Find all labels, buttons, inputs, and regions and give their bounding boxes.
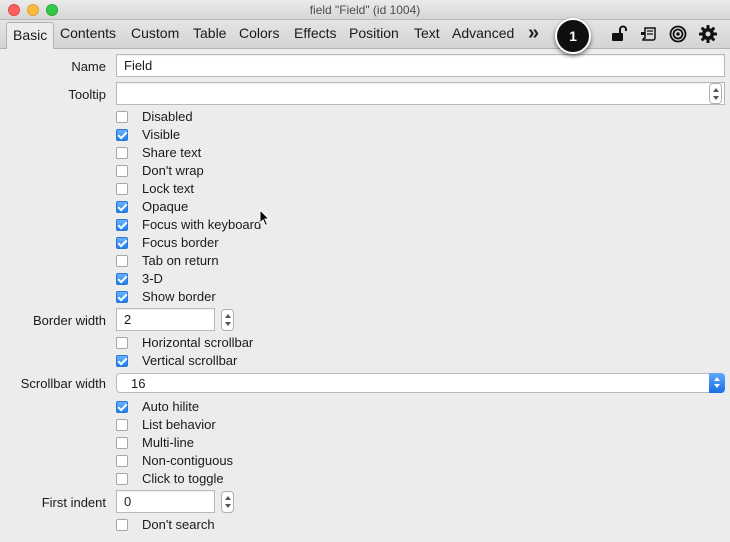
checkbox-box[interactable] (116, 273, 128, 285)
tab-custom[interactable]: Custom (131, 25, 179, 41)
checkbox-share-text[interactable]: Share text (116, 145, 416, 163)
checkbox-disabled[interactable]: Disabled (116, 109, 416, 127)
border-width-field[interactable]: 2 (116, 308, 215, 331)
tab-contents[interactable]: Contents (60, 25, 116, 41)
first-indent-label: First indent (41, 495, 106, 510)
checkbox-box[interactable] (116, 355, 128, 367)
checkbox-label: Auto hilite (142, 399, 200, 414)
border-width-label: Border width (33, 313, 106, 328)
tab-colors[interactable]: Colors (239, 25, 279, 41)
checkbox-box[interactable] (116, 291, 128, 303)
checkbox-tab-on-return[interactable]: Tab on return (116, 253, 416, 271)
tab-table[interactable]: Table (193, 25, 226, 41)
checkbox-box[interactable] (116, 455, 128, 467)
checkbox-horizontal-scrollbar[interactable]: Horizontal scrollbar (116, 335, 416, 353)
checkbox-box[interactable] (116, 519, 128, 531)
checkbox-label: Lock text (142, 181, 195, 196)
checkbox-box[interactable] (116, 401, 128, 413)
gear-icon[interactable] (698, 24, 718, 44)
checkbox-box[interactable] (116, 337, 128, 349)
tooltip-label: Tooltip (68, 87, 106, 102)
checkbox-label: Share text (142, 145, 202, 160)
tab-effects[interactable]: Effects (294, 25, 337, 41)
scrollbar-width-select[interactable]: 16 (116, 373, 725, 393)
checkbox-label: Disabled (142, 109, 193, 124)
checkbox-label: Tab on return (142, 253, 219, 268)
script-icon[interactable] (639, 24, 659, 44)
checkbox-box[interactable] (116, 255, 128, 267)
checkbox-label: Opaque (142, 199, 189, 214)
checkbox-box[interactable] (116, 437, 128, 449)
scrollbar-width-value: 16 (131, 376, 146, 391)
checkbox-label: List behavior (142, 417, 216, 432)
checkbox-box[interactable] (116, 111, 128, 123)
checkbox-focus-border[interactable]: Focus border (116, 235, 416, 253)
tab-position[interactable]: Position (349, 25, 399, 41)
checkbox-label: Horizontal scrollbar (142, 335, 254, 350)
more-tabs-button[interactable]: » (528, 22, 539, 45)
unlock-icon[interactable] (609, 24, 629, 44)
checkbox-label: Show border (142, 289, 216, 304)
tooltip-scroll-arrows[interactable] (709, 83, 722, 104)
checkbox-dont-wrap[interactable]: Don't wrap (116, 163, 416, 181)
select-arrows-icon[interactable] (709, 373, 725, 393)
name-field[interactable]: Field (116, 54, 725, 77)
checkbox-label: Vertical scrollbar (142, 353, 238, 368)
checkbox-dont-search[interactable]: Don't search (116, 517, 416, 535)
checkbox-lock-text[interactable]: Lock text (116, 181, 416, 199)
checkbox-visible[interactable]: Visible (116, 127, 416, 145)
checkbox-vertical-scrollbar[interactable]: Vertical scrollbar (116, 353, 416, 371)
tooltip-field[interactable] (116, 82, 725, 105)
checkbox-box[interactable] (116, 419, 128, 431)
name-label: Name (71, 59, 106, 74)
first-indent-stepper[interactable] (221, 491, 234, 513)
checkbox-3d[interactable]: 3-D (116, 271, 416, 289)
checkbox-label: Focus border (142, 235, 219, 250)
step-badge: 1 (555, 18, 591, 54)
checkbox-list-behavior[interactable]: List behavior (116, 417, 416, 435)
tab-basic[interactable]: Basic (6, 22, 55, 49)
checkbox-label: Click to toggle (142, 471, 224, 486)
checkbox-label: Focus with keyboard (142, 217, 262, 232)
checkbox-show-border[interactable]: Show border (116, 289, 416, 307)
checkbox-box[interactable] (116, 147, 128, 159)
inspector-toolbar: Basic Contents Custom Table Colors Effec… (0, 20, 730, 49)
window-title: field "Field" (id 1004) (309, 3, 421, 17)
title-bar[interactable]: field "Field" (id 1004) (0, 0, 730, 20)
checkbox-label: Visible (142, 127, 181, 142)
checkbox-label: 3-D (142, 271, 163, 286)
checkbox-non-contiguous[interactable]: Non-contiguous (116, 453, 416, 471)
checkbox-label: Don't search (142, 517, 215, 532)
checkbox-box[interactable] (116, 237, 128, 249)
checkbox-box[interactable] (116, 473, 128, 485)
first-indent-field[interactable]: 0 (116, 490, 215, 513)
checkbox-box[interactable] (116, 129, 128, 141)
border-width-stepper[interactable] (221, 309, 234, 331)
checkbox-box[interactable] (116, 219, 128, 231)
checkbox-label: Multi-line (142, 435, 195, 450)
target-icon[interactable] (668, 24, 688, 44)
checkbox-label: Non-contiguous (142, 453, 234, 468)
checkbox-box[interactable] (116, 183, 128, 195)
tab-text[interactable]: Text (414, 25, 440, 41)
mouse-cursor-icon (259, 209, 271, 227)
checkbox-auto-hilite[interactable]: Auto hilite (116, 399, 416, 417)
tab-advanced[interactable]: Advanced (452, 25, 514, 41)
checkbox-box[interactable] (116, 165, 128, 177)
scrollbar-width-label: Scrollbar width (20, 376, 106, 391)
checkbox-box[interactable] (116, 201, 128, 213)
checkbox-multi-line[interactable]: Multi-line (116, 435, 416, 453)
checkbox-click-to-toggle[interactable]: Click to toggle (116, 471, 416, 489)
checkbox-label: Don't wrap (142, 163, 204, 178)
